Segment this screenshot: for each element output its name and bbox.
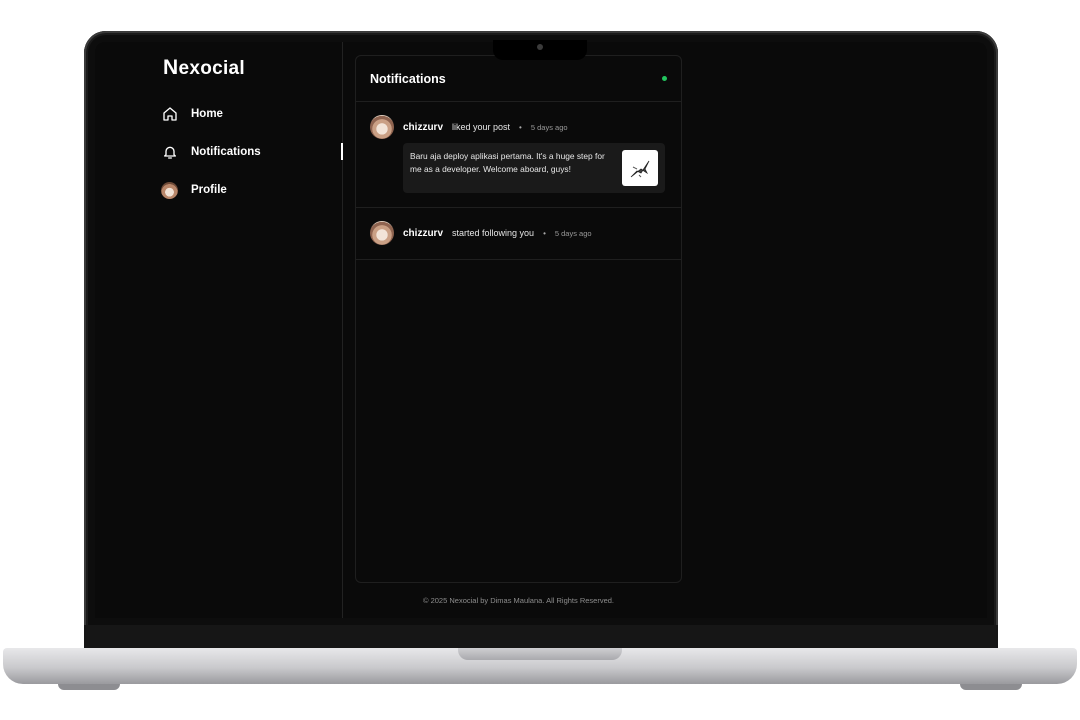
post-thumbnail[interactable] <box>622 150 658 186</box>
notification-action: started following you <box>452 228 535 238</box>
avatar[interactable] <box>370 115 394 139</box>
laptop-base-notch <box>458 648 622 660</box>
laptop-mockup: Nexocial Home Notifications Profile Noti… <box>0 0 1080 720</box>
laptop-foot <box>58 684 120 690</box>
username-link[interactable]: chizzurv <box>403 122 443 133</box>
sidebar-item-notifications[interactable]: Notifications <box>161 140 261 164</box>
camera-notch <box>493 40 587 60</box>
sidebar-item-label: Home <box>191 108 223 120</box>
footer: © 2025 Nexocial by Dimas Maulana. All Ri… <box>422 596 615 605</box>
notifications-panel: Notifications chizzurv liked your post •… <box>355 55 682 583</box>
laptop-chin <box>84 625 998 649</box>
camera-icon <box>537 44 543 50</box>
home-icon <box>161 106 178 123</box>
notification-action: liked your post <box>452 122 511 132</box>
sidebar-item-profile[interactable]: Profile <box>161 178 227 202</box>
username-link[interactable]: chizzurv <box>403 228 443 239</box>
avatar <box>161 181 178 199</box>
timestamp: 5 days ago <box>530 122 568 132</box>
post-text: Baru aja deploy aplikasi pertama. It's a… <box>410 151 605 174</box>
separator-dot: • <box>543 228 546 238</box>
sidebar-item-home[interactable]: Home <box>161 102 223 126</box>
sidebar-item-label: Profile <box>191 184 227 196</box>
rocket-sketch-icon <box>630 160 650 178</box>
avatar[interactable] <box>370 221 394 245</box>
app-screen: Nexocial Home Notifications Profile Noti… <box>95 42 987 618</box>
timestamp: 5 days ago <box>554 228 592 238</box>
notification-item[interactable]: chizzurv started following you • 5 days … <box>356 208 681 260</box>
page-title: Notifications <box>370 71 446 86</box>
bell-icon <box>161 144 178 161</box>
app-logo[interactable]: Nexocial <box>163 56 245 80</box>
laptop-foot <box>960 684 1022 690</box>
post-preview[interactable]: Baru aja deploy aplikasi pertama. It's a… <box>403 143 665 193</box>
panel-header: Notifications <box>356 56 681 102</box>
status-dot <box>662 76 667 81</box>
separator-dot: • <box>519 122 522 132</box>
notification-item[interactable]: chizzurv liked your post • 5 days ago Ba… <box>356 102 681 208</box>
active-indicator <box>341 143 343 160</box>
sidebar: Nexocial Home Notifications Profile <box>95 42 343 618</box>
sidebar-item-label: Notifications <box>191 146 261 158</box>
